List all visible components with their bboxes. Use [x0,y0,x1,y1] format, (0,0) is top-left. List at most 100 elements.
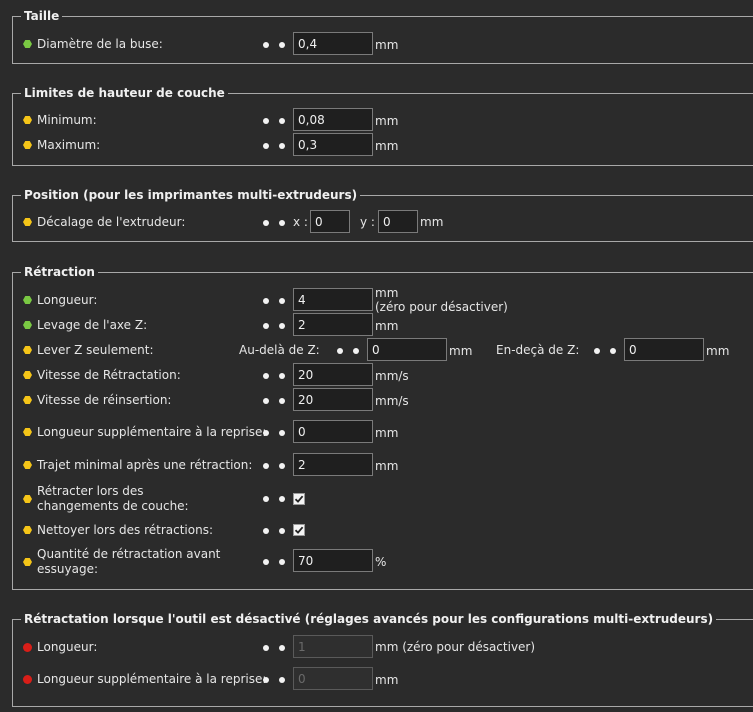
reset-icon[interactable] [279,677,285,683]
unit-label: mm [375,114,399,128]
unit-label: mm [375,459,399,473]
retract-speed-input[interactable] [293,363,373,386]
lift-z-label: Levage de l'axe Z: [37,318,148,332]
above-z-input[interactable] [367,338,447,361]
group-title: Rétractation lorsque l'outil est désacti… [21,611,717,627]
reset-icon[interactable] [279,42,285,48]
lock-icon[interactable] [263,298,269,304]
nozzle-diameter-label: Diamètre de la buse: [37,37,163,51]
unit-label: mm [375,286,399,300]
x-label: x : [293,215,308,229]
toolchange-restart-extra-label: Longueur supplémentaire à la reprise: [37,672,267,686]
reset-icon[interactable] [279,323,285,329]
retraction-length-input[interactable] [293,288,373,311]
group-title: Taille [21,8,63,24]
mode-expert-icon [23,674,32,684]
reset-icon[interactable] [279,143,285,149]
reset-icon[interactable] [279,463,285,469]
reset-icon[interactable] [279,496,285,502]
group-title: Position (pour les imprimantes multi-ext… [21,187,361,203]
unit-label: mm/s [375,394,409,408]
lock-icon[interactable] [263,430,269,436]
deretract-speed-input[interactable] [293,388,373,411]
lock-icon[interactable] [263,645,269,651]
reset-icon[interactable] [279,645,285,651]
offset-y-input[interactable] [378,210,418,233]
deretract-speed-label: Vitesse de réinsertion: [37,393,172,407]
retract-before-wipe-input[interactable] [293,549,373,572]
toolchange-restart-extra-input[interactable] [293,667,373,690]
lock-icon[interactable] [263,496,269,502]
toolchange-length-input[interactable] [293,635,373,658]
retract-speed-label: Vitesse de Rétractation: [37,368,181,382]
wipe-checkbox[interactable] [293,524,305,536]
min-travel-input[interactable] [293,453,373,476]
reset-icon[interactable] [279,298,285,304]
lock-icon[interactable] [337,348,343,354]
unit-label: mm (zéro pour désactiver) [375,640,536,654]
lock-icon[interactable] [263,220,269,226]
offset-x-input[interactable] [310,210,350,233]
unit-label: mm [375,139,399,153]
above-z-label: Au-delà de Z: [239,343,320,357]
mode-simple-icon [23,295,32,305]
unit-label: mm/s [375,369,409,383]
extruder-offset-label: Décalage de l'extrudeur: [37,215,186,229]
reset-icon[interactable] [279,118,285,124]
lock-icon[interactable] [263,528,269,534]
below-z-label: En-deçà de Z: [496,343,580,357]
unit-label: mm [706,344,730,358]
unit-label: mm [375,319,399,333]
lock-icon[interactable] [263,463,269,469]
mode-advanced-icon [23,557,32,567]
mode-expert-icon [23,642,32,652]
mode-advanced-icon [23,525,32,535]
group-taille: Taille Diamètre de la buse: mm [12,8,753,64]
lift-z-input[interactable] [293,313,373,336]
lock-icon[interactable] [263,677,269,683]
reset-icon[interactable] [610,348,616,354]
group-retraction: Rétraction Longueur: mm (zéro pour désac… [12,264,753,590]
lock-icon[interactable] [263,373,269,379]
lock-icon[interactable] [263,42,269,48]
lock-icon[interactable] [263,398,269,404]
zero-disables-hint: (zéro pour désactiver) [375,300,508,314]
checkmark-icon [294,495,304,503]
minimum-input[interactable] [293,108,373,131]
mode-advanced-icon [23,370,32,380]
group-position: Position (pour les imprimantes multi-ext… [12,187,753,242]
mode-advanced-icon [23,345,32,355]
lock-icon[interactable] [594,348,600,354]
reset-icon[interactable] [279,559,285,565]
lock-icon[interactable] [263,143,269,149]
group-layer-height-limits: Limites de hauteur de couche Minimum: mm… [12,85,753,166]
mode-advanced-icon [23,494,32,504]
restart-extra-label: Longueur supplémentaire à la reprise: [37,425,267,439]
reset-icon[interactable] [279,220,285,226]
wipe-label: Nettoyer lors des rétractions: [37,523,214,537]
checkmark-icon [294,526,304,534]
unit-label: mm [375,38,399,52]
lock-icon[interactable] [263,559,269,565]
retract-layer-change-checkbox[interactable] [293,493,305,505]
mode-simple-icon [23,39,32,49]
minimum-label: Minimum: [37,113,97,127]
mode-advanced-icon [23,217,32,227]
reset-icon[interactable] [279,430,285,436]
reset-icon[interactable] [279,373,285,379]
mode-simple-icon [23,320,32,330]
toolchange-length-label: Longueur: [37,640,98,654]
below-z-input[interactable] [624,338,704,361]
lock-icon[interactable] [263,118,269,124]
unit-label: mm [449,344,473,358]
reset-icon[interactable] [279,398,285,404]
reset-icon[interactable] [353,348,359,354]
lock-icon[interactable] [263,323,269,329]
restart-extra-input[interactable] [293,420,373,443]
nozzle-diameter-input[interactable] [293,32,373,55]
maximum-label: Maximum: [37,138,101,152]
retract-layer-change-label: Rétracter lors des changements de couche… [37,484,189,513]
reset-icon[interactable] [279,528,285,534]
maximum-input[interactable] [293,133,373,156]
min-travel-label: Trajet minimal après une rétraction: [37,458,253,472]
